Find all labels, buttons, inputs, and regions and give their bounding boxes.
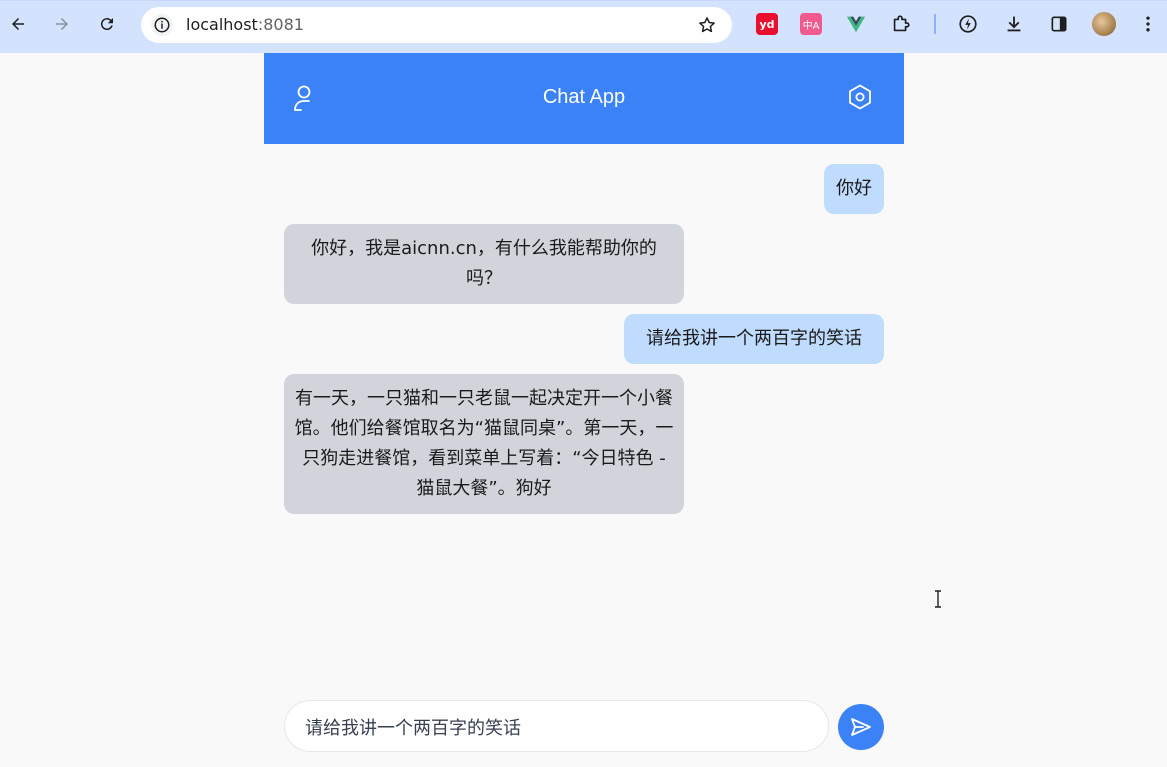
- arrow-left-icon: [12, 18, 24, 30]
- url-host: localhost: [186, 15, 258, 34]
- back-button[interactable]: [4, 10, 32, 38]
- send-button[interactable]: [838, 704, 884, 750]
- text-cursor-icon: [932, 590, 944, 608]
- app-title: Chat App: [542, 86, 626, 108]
- address-bar[interactable]: localhost:8081: [141, 7, 732, 43]
- bot-message: 有一天，一只猫和一只老鼠一起决定开一个小餐馆。他们给餐馆取名为“猫鼠同桌”。第一…: [284, 374, 684, 514]
- translate-icon[interactable]: 中A: [800, 13, 822, 35]
- settings-icon[interactable]: [846, 83, 874, 111]
- app-header: Chat App: [264, 53, 904, 144]
- user-message: 请给我讲一个两百字的笑话: [624, 314, 884, 364]
- browser-toolbar: localhost:8081 yd 中A: [0, 0, 1167, 53]
- menu-kebab-icon[interactable]: [1137, 13, 1159, 35]
- profile-avatar[interactable]: [1092, 12, 1116, 36]
- forward-button[interactable]: [48, 10, 76, 38]
- youdao-icon[interactable]: yd: [756, 13, 778, 35]
- download-icon[interactable]: [1003, 13, 1025, 35]
- side-panel-icon[interactable]: [1048, 13, 1070, 35]
- reload-button[interactable]: [93, 10, 121, 38]
- message-input[interactable]: 请给我讲一个两百字的笑话: [284, 700, 829, 752]
- user-message: 你好: [824, 164, 884, 214]
- performance-icon[interactable]: [957, 13, 979, 35]
- message-input-value: 请给我讲一个两百字的笑话: [305, 718, 521, 739]
- extensions-puzzle-icon[interactable]: [890, 13, 912, 35]
- url-port: :8081: [257, 15, 304, 34]
- send-icon: [851, 718, 871, 736]
- url-text: localhost:8081: [186, 15, 304, 34]
- vue-devtools-icon[interactable]: [845, 13, 867, 35]
- arrow-right-icon: [56, 18, 68, 30]
- toolbar-divider: [934, 14, 936, 34]
- reload-icon: [100, 18, 113, 31]
- bot-message: 你好，我是aicnn.cn，有什么我能帮助你的吗？: [284, 224, 684, 304]
- site-info-icon[interactable]: [151, 14, 173, 36]
- bookmark-star-icon[interactable]: [696, 14, 718, 36]
